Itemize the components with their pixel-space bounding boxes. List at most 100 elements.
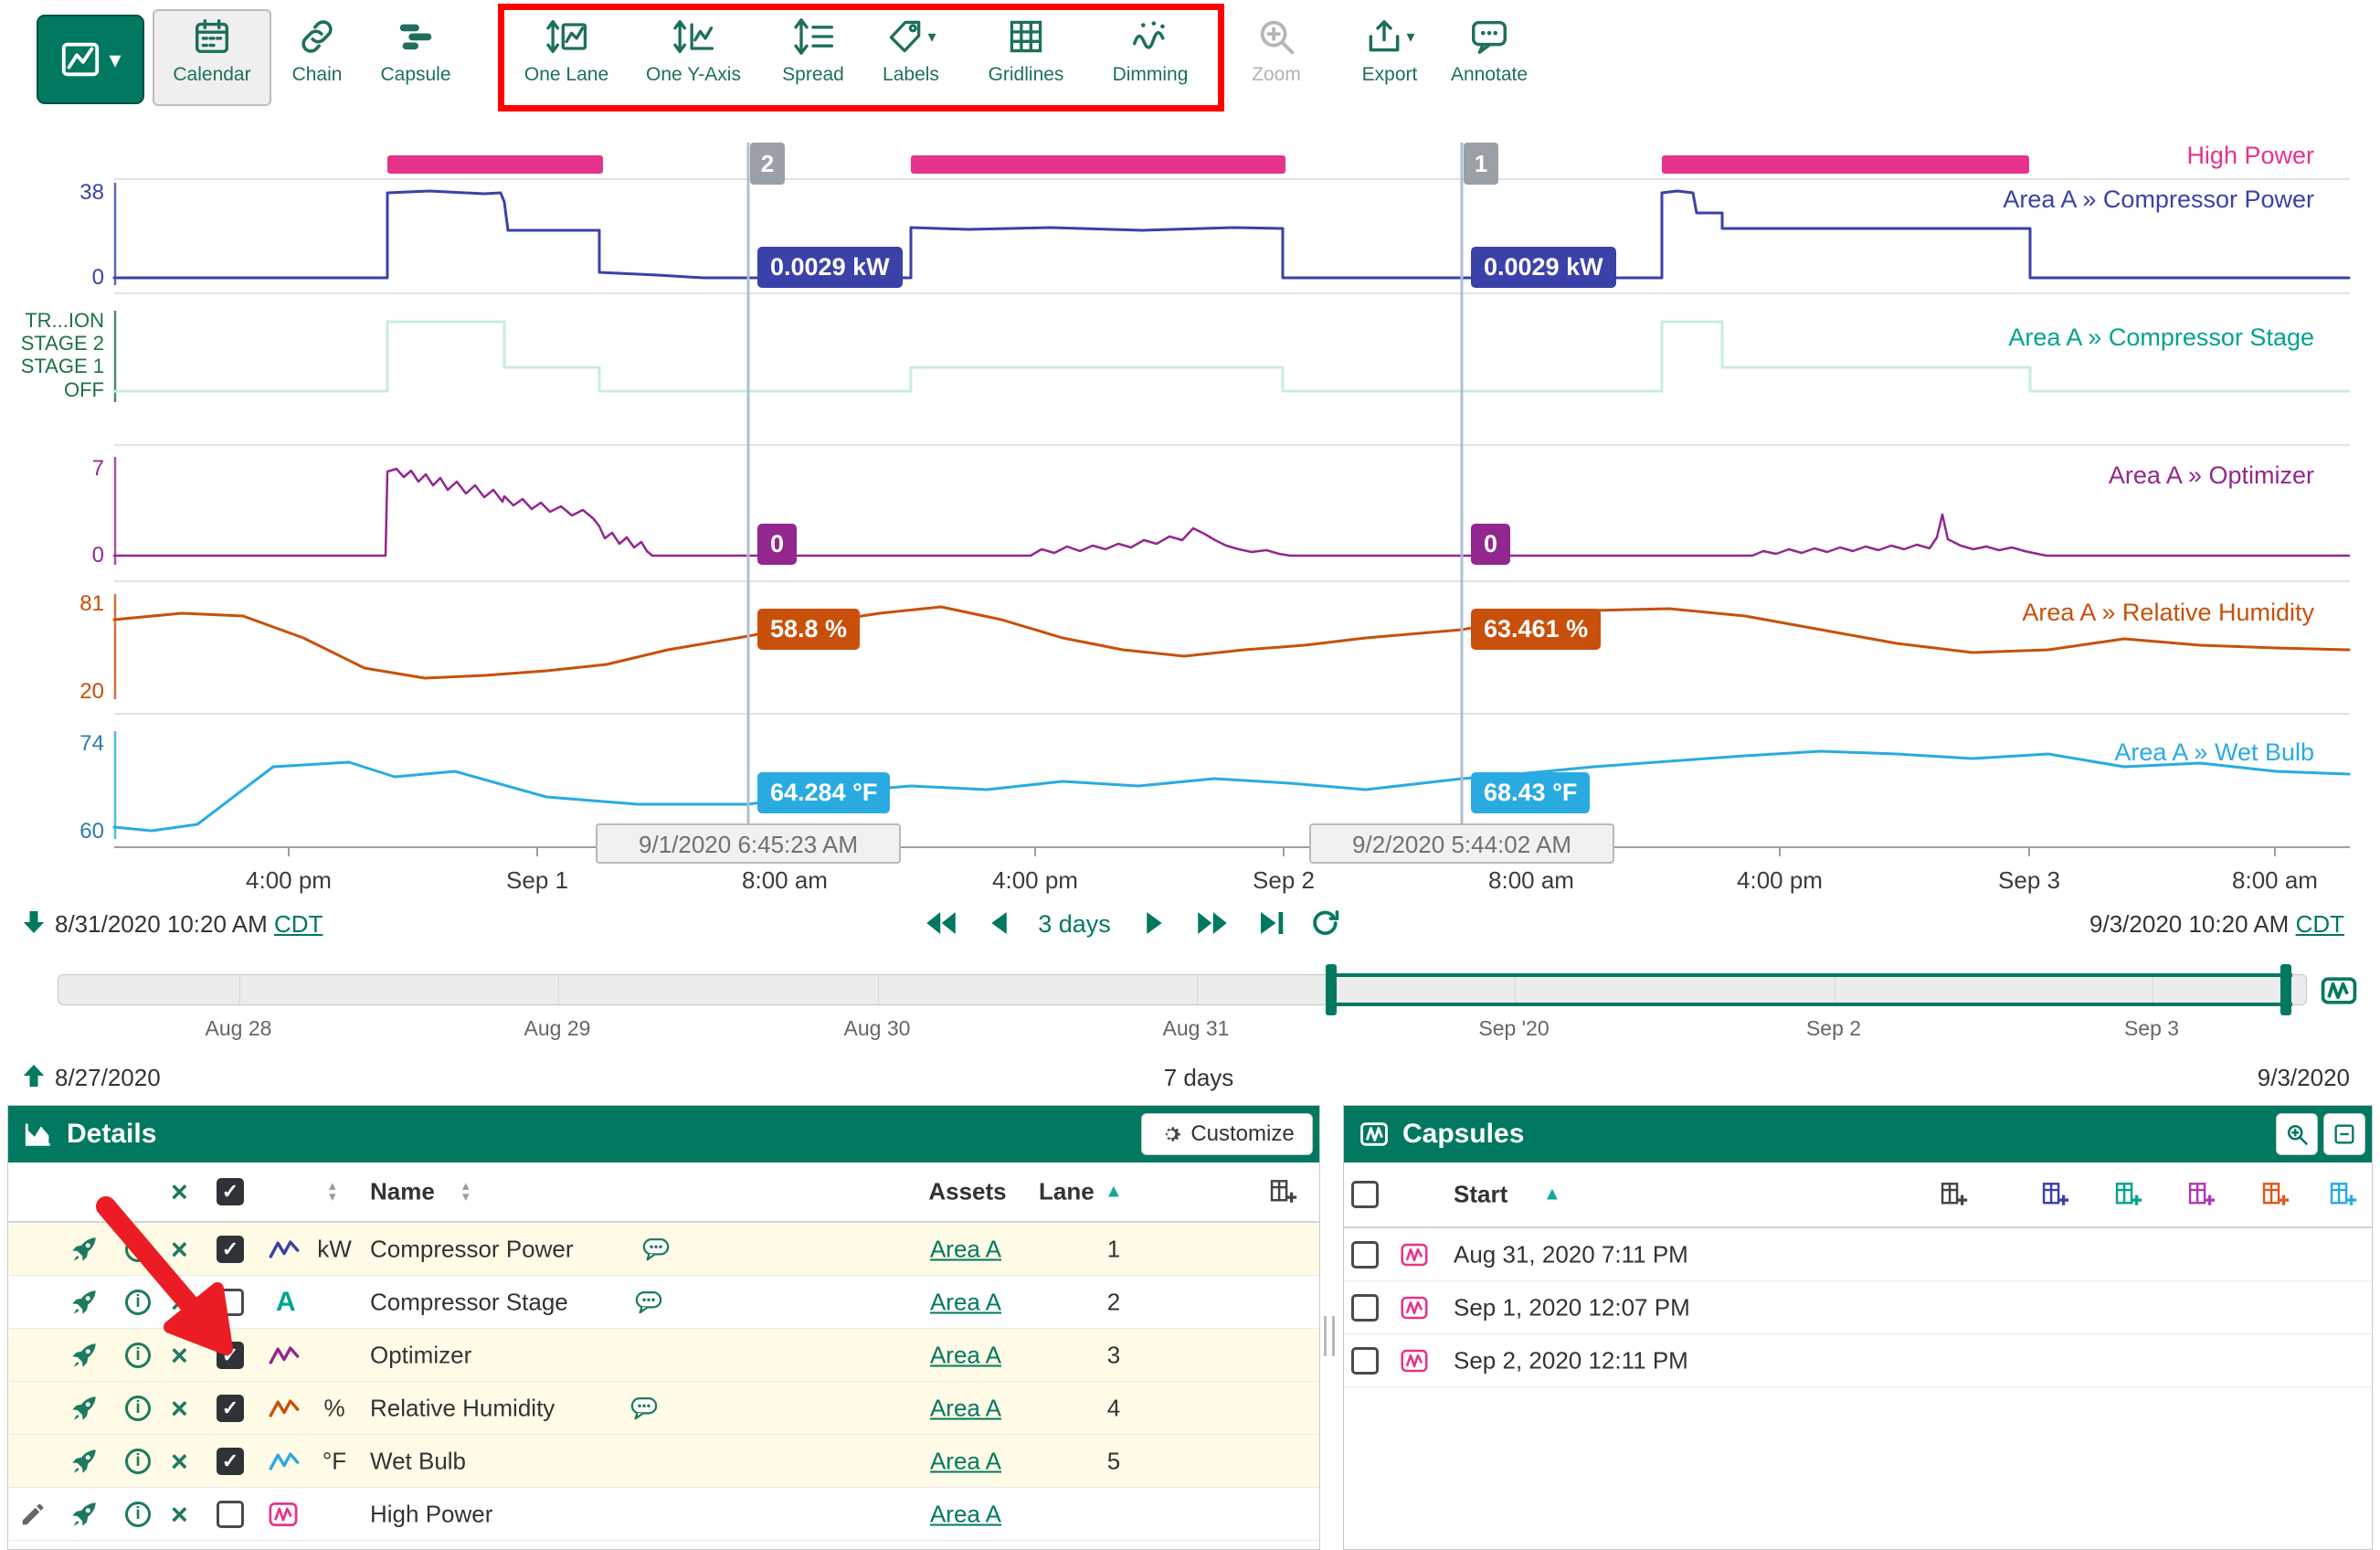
toolbar-button-one-y-axis[interactable]: One Y-Axis [634, 11, 753, 108]
row-checkbox[interactable]: ✓ [217, 1501, 244, 1528]
remove-icon[interactable]: × [171, 1289, 188, 1316]
remove-icon[interactable]: × [171, 1501, 188, 1528]
row-checkbox[interactable]: ✓ [217, 1448, 244, 1475]
go-to-end-button[interactable] [1255, 907, 1288, 940]
lane-label-wet-bulb[interactable]: Area A » Wet Bulb [2114, 738, 2314, 767]
capsule-time-icon[interactable] [2319, 971, 2359, 1011]
toolbar-button-capsule[interactable]: Capsule [356, 11, 475, 108]
shift-range-down-icon[interactable] [20, 908, 48, 936]
panel-resize-handle[interactable] [1324, 1316, 1335, 1356]
toolbar-button-one-lane[interactable]: One Lane [507, 11, 626, 108]
sort-ascending-icon[interactable]: ▲ [1543, 1184, 1561, 1205]
toolbar-button-labels[interactable]: ▾ Labels [852, 11, 970, 108]
asset-link[interactable]: Area A [924, 1235, 1008, 1263]
select-all-capsules-checkbox[interactable]: ✓ [1351, 1181, 1379, 1208]
add-stat-column-wetbulb-icon[interactable] [2329, 1180, 2358, 1209]
column-header-lane[interactable]: Lane [1039, 1178, 1095, 1206]
remove-icon[interactable]: × [171, 1395, 188, 1422]
step-forward-large-button[interactable] [1196, 907, 1229, 940]
capsule-checkbox[interactable]: ✓ [1351, 1347, 1379, 1375]
capsule-row[interactable]: ✓ Sep 2, 2020 12:11 PM [1344, 1334, 2372, 1387]
capsule-checkbox[interactable]: ✓ [1351, 1241, 1379, 1269]
timezone-link[interactable]: CDT [2296, 910, 2344, 938]
lane-label-compressor-power[interactable]: Area A » Compressor Power [2003, 186, 2314, 214]
rocket-icon[interactable] [69, 1287, 100, 1318]
remove-icon[interactable]: × [171, 1236, 188, 1263]
add-stat-column-power-icon[interactable] [2041, 1180, 2070, 1209]
lane-label-high-power[interactable]: High Power [2186, 142, 2314, 170]
edit-pencil-icon[interactable] [19, 1501, 47, 1528]
sort-icon[interactable]: ▴▾ [462, 1181, 470, 1203]
step-forward-button[interactable] [1137, 907, 1169, 940]
table-row[interactable]: i × ✓ % Relative Humidity Area A 4 [8, 1382, 1319, 1435]
remove-icon[interactable]: × [171, 1342, 188, 1369]
lane-label-optimizer[interactable]: Area A » Optimizer [2109, 462, 2314, 490]
asset-link[interactable]: Area A [924, 1500, 1008, 1528]
table-row[interactable]: i × ✓ Optimizer Area A 3 [8, 1329, 1319, 1382]
capsule-checkbox[interactable]: ✓ [1351, 1294, 1379, 1322]
step-back-large-button[interactable] [925, 907, 957, 940]
info-icon[interactable]: i [125, 1449, 151, 1474]
rocket-icon[interactable] [69, 1393, 100, 1424]
lane-label-relative-humidity[interactable]: Area A » Relative Humidity [2022, 599, 2314, 627]
table-row[interactable]: i × ✓ A Compressor Stage Area A 2 [8, 1276, 1319, 1329]
toolbar-button-zoom[interactable]: Zoom [1217, 11, 1336, 108]
add-stat-column-stage-icon[interactable] [2114, 1180, 2143, 1209]
display-range-duration[interactable]: 3 days [1038, 910, 1111, 939]
cursor-flag-1[interactable]: 1 [1464, 143, 1498, 185]
worksheet-view-button[interactable]: ▾ [37, 15, 144, 104]
comment-icon[interactable] [642, 1237, 670, 1261]
timeline-selected-range[interactable] [1332, 973, 2292, 1006]
row-checkbox[interactable]: ✓ [217, 1289, 244, 1316]
timeline-range-end-handle[interactable] [2280, 964, 2291, 1015]
info-icon[interactable]: i [125, 1237, 151, 1262]
capsule-row[interactable]: ✓ Sep 1, 2020 12:07 PM [1344, 1281, 2372, 1334]
comment-icon[interactable] [635, 1290, 662, 1314]
customize-button[interactable]: Customize [1141, 1113, 1313, 1155]
add-stat-column-humidity-icon[interactable] [2261, 1180, 2290, 1209]
sort-ascending-icon[interactable]: ▲ [1105, 1182, 1123, 1203]
refresh-icon[interactable] [1309, 908, 1340, 939]
cursor-flag-2[interactable]: 2 [750, 143, 785, 185]
asset-link[interactable]: Area A [924, 1341, 1008, 1369]
toolbar-button-gridlines[interactable]: Gridlines [967, 11, 1085, 108]
comment-icon[interactable] [630, 1396, 658, 1420]
timezone-link[interactable]: CDT [274, 910, 323, 938]
capsule-row[interactable]: ✓ Aug 31, 2020 7:11 PM [1344, 1228, 2372, 1281]
step-back-button[interactable] [984, 907, 1017, 940]
add-column-icon[interactable] [1269, 1177, 1298, 1206]
rocket-icon[interactable] [69, 1340, 100, 1371]
remove-all-icon[interactable]: × [171, 1178, 188, 1205]
column-header-name[interactable]: Name [370, 1178, 435, 1206]
toolbar-button-calendar[interactable]: Calendar [153, 9, 271, 106]
rocket-icon[interactable] [69, 1499, 100, 1530]
asset-link[interactable]: Area A [924, 1394, 1008, 1422]
collapse-panel-button[interactable] [2323, 1113, 2365, 1155]
row-checkbox[interactable]: ✓ [217, 1236, 244, 1263]
info-icon[interactable]: i [125, 1343, 151, 1368]
remove-icon[interactable]: × [171, 1448, 188, 1475]
toolbar-button-annotate[interactable]: Annotate [1430, 11, 1549, 108]
asset-link[interactable]: Area A [924, 1447, 1008, 1475]
column-header-assets[interactable]: Assets [913, 1178, 1022, 1206]
info-icon[interactable]: i [125, 1396, 151, 1421]
rocket-icon[interactable] [69, 1234, 100, 1265]
add-column-icon[interactable] [1940, 1180, 1969, 1209]
asset-link[interactable]: Area A [924, 1288, 1008, 1316]
lane-label-compressor-stage[interactable]: Area A » Compressor Stage [2008, 324, 2314, 352]
table-row[interactable]: i × ✓ High Power Area A [8, 1488, 1319, 1541]
info-icon[interactable]: i [125, 1290, 151, 1315]
select-all-checkbox[interactable]: ✓ [217, 1178, 244, 1205]
timeline-scrubber[interactable] [58, 974, 2307, 1005]
row-checkbox[interactable]: ✓ [217, 1395, 244, 1422]
toolbar-button-dimming[interactable]: Dimming [1091, 11, 1210, 108]
timeline-range-start-handle[interactable] [1326, 964, 1337, 1015]
rocket-icon[interactable] [69, 1446, 100, 1477]
row-checkbox[interactable]: ✓ [217, 1342, 244, 1369]
zoom-to-capsule-button[interactable] [2276, 1113, 2318, 1155]
info-icon[interactable]: i [125, 1502, 151, 1527]
expand-range-up-icon[interactable] [20, 1062, 48, 1089]
table-row[interactable]: i × ✓ kW Compressor Power Area A 1 [8, 1223, 1319, 1276]
table-row[interactable]: i × ✓ °F Wet Bulb Area A 5 [8, 1435, 1319, 1488]
sort-icon[interactable]: ▴▾ [329, 1181, 336, 1203]
